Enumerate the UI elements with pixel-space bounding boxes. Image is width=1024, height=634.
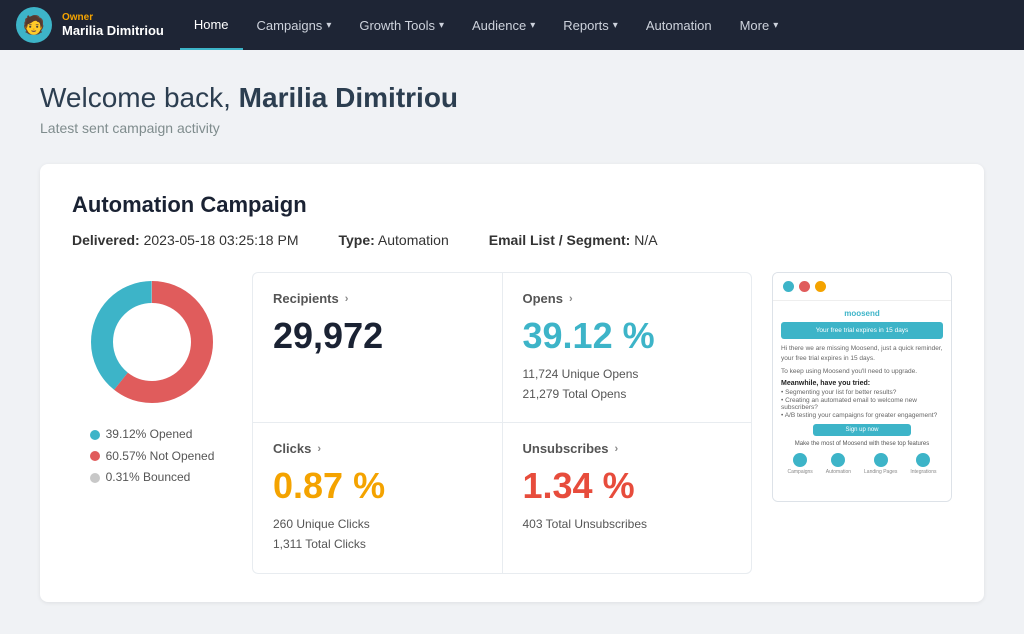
- not-opened-dot: [90, 451, 100, 461]
- preview-banner: Your free trial expires in 15 days: [781, 322, 943, 339]
- feature-icon-1: Campaigns: [787, 453, 812, 475]
- preview-cta-button[interactable]: Sign up now: [813, 424, 910, 436]
- chevron-right-icon: ›: [345, 293, 349, 305]
- win-dot-red: [799, 281, 810, 292]
- feature-icon-4: Integrations: [910, 453, 936, 475]
- preview-bullet-2: • Creating an automated email to welcome…: [781, 397, 943, 411]
- nav-items: Home Campaigns ▾ Growth Tools ▾ Audience…: [180, 0, 1008, 50]
- owner-label: Owner: [62, 12, 164, 23]
- preview-window-bar: [773, 273, 951, 301]
- feature-icon-3: Landing Pages: [864, 453, 897, 475]
- chevron-right-icon: ›: [317, 443, 321, 455]
- segment-field: Email List / Segment: N/A: [489, 232, 658, 248]
- preview-footer: Make the most of Moosend with these top …: [781, 441, 943, 447]
- chevron-right-icon: ›: [614, 443, 618, 455]
- preview-heading: Meanwhile, have you tried:: [781, 380, 943, 387]
- nav-item-campaigns[interactable]: Campaigns ▾: [243, 0, 346, 50]
- user-avatar: 🧑: [16, 7, 52, 43]
- opened-dot: [90, 430, 100, 440]
- win-dot-orange: [815, 281, 826, 292]
- clicks-box: Clicks › 0.87 % 260 Unique Clicks 1,311 …: [253, 423, 502, 572]
- campaign-card: Automation Campaign Delivered: 2023-05-1…: [40, 164, 984, 602]
- preview-text-1: Hi there we are missing Moosend, just a …: [781, 344, 943, 364]
- legend-opened: 39.12% Opened: [90, 424, 215, 446]
- donut-chart: [82, 272, 222, 412]
- nav-item-more[interactable]: More ▾: [726, 0, 793, 50]
- preview-logo: moosend: [781, 309, 943, 318]
- donut-legend: 39.12% Opened 60.57% Not Opened 0.31% Bo…: [90, 424, 215, 489]
- campaign-title: Automation Campaign: [72, 192, 952, 218]
- preview-bullet-3: • A/B testing your campaigns for greater…: [781, 412, 943, 419]
- unsubscribes-box: Unsubscribes › 1.34 % 403 Total Unsubscr…: [503, 423, 752, 572]
- main-nav: 🧑 Owner Marilia Dimitriou Home Campaigns…: [0, 0, 1024, 50]
- nav-item-reports[interactable]: Reports ▾: [549, 0, 632, 50]
- bounced-dot: [90, 473, 100, 483]
- chevron-right-icon: ›: [569, 293, 573, 305]
- donut-section: 39.12% Opened 60.57% Not Opened 0.31% Bo…: [72, 272, 232, 489]
- stat-grid: Recipients › 29,972 Opens › 39.12 % 11,7…: [252, 272, 752, 574]
- chevron-down-icon: ▾: [439, 20, 444, 31]
- chevron-down-icon: ▾: [613, 20, 618, 31]
- chevron-down-icon: ▾: [326, 20, 331, 31]
- main-content: Welcome back, Marilia Dimitriou Latest s…: [0, 50, 1024, 634]
- campaign-meta: Delivered: 2023-05-18 03:25:18 PM Type: …: [72, 232, 952, 248]
- feature-icon-2: Automation: [826, 453, 851, 475]
- preview-text-2: To keep using Moosend you'll need to upg…: [781, 367, 943, 377]
- chevron-down-icon: ▾: [530, 20, 535, 31]
- type-field: Type: Automation: [338, 232, 448, 248]
- legend-bounced: 0.31% Bounced: [90, 467, 215, 489]
- brand-logo[interactable]: 🧑 Owner Marilia Dimitriou: [16, 7, 164, 43]
- nav-item-home[interactable]: Home: [180, 0, 243, 50]
- user-name: Marilia Dimitriou: [62, 23, 164, 38]
- welcome-heading: Welcome back, Marilia Dimitriou: [40, 82, 984, 114]
- clicks-sub: 260 Unique Clicks 1,311 Total Clicks: [273, 514, 482, 555]
- preview-body: moosend Your free trial expires in 15 da…: [773, 301, 951, 501]
- preview-bullet-1: • Segmenting your list for better result…: [781, 389, 943, 396]
- recipients-box: Recipients › 29,972: [253, 273, 502, 422]
- page-subtitle: Latest sent campaign activity: [40, 120, 984, 136]
- opens-percent: 39.12 %: [523, 316, 732, 356]
- recipients-value: 29,972: [273, 316, 482, 356]
- clicks-percent: 0.87 %: [273, 466, 482, 506]
- nav-item-automation[interactable]: Automation: [632, 0, 726, 50]
- email-preview: moosend Your free trial expires in 15 da…: [772, 272, 952, 502]
- nav-item-growth-tools[interactable]: Growth Tools ▾: [345, 0, 458, 50]
- delivered-field: Delivered: 2023-05-18 03:25:18 PM: [72, 232, 298, 248]
- stats-area: 39.12% Opened 60.57% Not Opened 0.31% Bo…: [72, 272, 952, 574]
- preview-feature-icons: Campaigns Automation Landing Pages: [781, 453, 943, 475]
- unsubscribes-percent: 1.34 %: [523, 466, 732, 506]
- opens-sub: 11,724 Unique Opens 21,279 Total Opens: [523, 364, 732, 405]
- win-dot-cyan: [783, 281, 794, 292]
- legend-not-opened: 60.57% Not Opened: [90, 446, 215, 468]
- unsubscribes-sub: 403 Total Unsubscribes: [523, 514, 732, 534]
- chevron-down-icon: ▾: [773, 20, 778, 31]
- opens-box: Opens › 39.12 % 11,724 Unique Opens 21,2…: [503, 273, 752, 422]
- nav-item-audience[interactable]: Audience ▾: [458, 0, 549, 50]
